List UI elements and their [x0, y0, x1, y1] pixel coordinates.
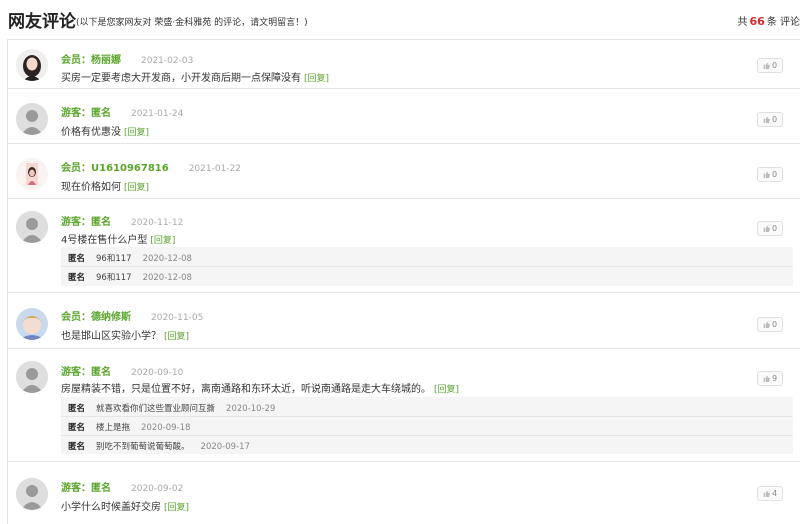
thumbs-up-icon — [763, 116, 770, 123]
comment-text: 4号楼在售什么户型[回复] — [61, 231, 175, 246]
reply-link[interactable]: [回复] — [434, 385, 459, 395]
default-user-avatar — [16, 478, 48, 510]
comment-author[interactable]: 杨丽娜 — [91, 55, 121, 66]
comment-meta: 会员：德纳修斯2020-11-05 — [61, 308, 203, 323]
user-avatar — [16, 158, 48, 190]
reply-link[interactable]: [回复] — [124, 183, 149, 193]
reply-item: 匿名别吃不到葡萄说葡萄酸。2020-09-17 — [68, 440, 250, 452]
comment-author[interactable]: 匿名 — [91, 483, 111, 494]
comment-meta: 游客：匿名2021-01-24 — [61, 104, 183, 119]
like-button[interactable]: 0 — [757, 221, 783, 236]
reply-divider — [61, 416, 793, 417]
comment-date: 2021-01-24 — [131, 109, 183, 119]
comment-date: 2020-11-05 — [151, 313, 203, 323]
comment-text: 买房一定要考虑大开发商，小开发商后期一点保障没有[回复] — [61, 69, 329, 84]
reply-item: 匿名96和1172020-12-08 — [68, 271, 192, 283]
comment-item: 会员：U16109678162021-01-22 现在价格如何[回复] 0 — [8, 144, 800, 199]
comment-item: 游客：匿名2021-01-24 价格有优惠没[回复] 0 — [8, 89, 800, 144]
comment-date: 2021-01-22 — [189, 164, 241, 174]
reply-link[interactable]: [回复] — [150, 236, 175, 246]
comment-author[interactable]: U1610967816 — [91, 163, 169, 174]
default-user-avatar — [16, 361, 48, 393]
thumbs-up-icon — [763, 321, 770, 328]
comment-item: 会员：德纳修斯2020-11-05 也是邯山区实验小学？[回复] 0 — [8, 293, 800, 349]
comment-date: 2021-02-03 — [141, 56, 193, 66]
comment-item: 游客：匿名2020-09-10 房屋精装不错，只是位置不好，离南通路和东环太近，… — [8, 349, 800, 462]
thumbs-up-icon — [763, 225, 770, 232]
comment-author[interactable]: 匿名 — [91, 367, 111, 378]
comments-header: 网友评论 (以下是您家网友对 荣盛·金科雅苑 的评论，请文明留言！) 共66条 … — [0, 0, 800, 36]
comment-meta: 会员：杨丽娜2021-02-03 — [61, 51, 193, 66]
comment-item: 游客：匿名2020-09-02 小学什么时候盖好交房[回复] 4 — [8, 462, 800, 524]
comment-text: 价格有优惠没[回复] — [61, 123, 149, 138]
comment-author[interactable]: 匿名 — [91, 217, 111, 228]
reply-link[interactable]: [回复] — [164, 332, 189, 342]
reply-link[interactable]: [回复] — [124, 128, 149, 138]
comment-text: 房屋精装不错，只是位置不好，离南通路和东环太近，听说南通路是走大车绕城的。[回复… — [61, 380, 459, 395]
comment-author[interactable]: 德纳修斯 — [91, 312, 131, 323]
like-button[interactable]: 0 — [757, 58, 783, 73]
user-avatar — [16, 308, 48, 340]
thumbs-up-icon — [763, 62, 770, 69]
comment-meta: 游客：匿名2020-11-12 — [61, 213, 183, 228]
reply-link[interactable]: [回复] — [304, 74, 329, 84]
reply-list: 匿名96和1172020-12-08 匿名96和1172020-12-08 — [61, 247, 793, 286]
default-user-avatar — [16, 211, 48, 243]
reply-item: 匿名96和1172020-12-08 — [68, 252, 192, 264]
comment-text: 也是邯山区实验小学？[回复] — [61, 327, 189, 342]
comment-item: 会员：杨丽娜2021-02-03 买房一定要考虑大开发商，小开发商后期一点保障没… — [8, 40, 800, 89]
comment-meta: 游客：匿名2020-09-02 — [61, 479, 183, 494]
thumbs-up-icon — [763, 171, 770, 178]
thumbs-up-icon — [763, 490, 770, 497]
like-button[interactable]: 9 — [757, 371, 783, 386]
like-button[interactable]: 0 — [757, 317, 783, 332]
reply-link[interactable]: [回复] — [164, 503, 189, 513]
comment-date: 2020-11-12 — [131, 218, 183, 228]
comment-text: 现在价格如何[回复] — [61, 178, 149, 193]
comment-list: 会员：杨丽娜2021-02-03 买房一定要考虑大开发商，小开发商后期一点保障没… — [7, 39, 800, 524]
comment-meta: 游客：匿名2020-09-10 — [61, 363, 183, 378]
page-title: 网友评论 — [8, 7, 76, 32]
like-button[interactable]: 0 — [757, 112, 783, 127]
reply-divider — [61, 435, 793, 436]
comment-date: 2020-09-10 — [131, 368, 183, 378]
like-button[interactable]: 0 — [757, 167, 783, 182]
reply-item: 匿名楼上是拖2020-09-18 — [68, 421, 190, 433]
comment-meta: 会员：U16109678162021-01-22 — [61, 159, 241, 174]
comment-author[interactable]: 匿名 — [91, 108, 111, 119]
default-user-avatar — [16, 103, 48, 135]
page-subtitle: (以下是您家网友对 荣盛·金科雅苑 的评论，请文明留言！) — [76, 15, 308, 28]
thumbs-up-icon — [763, 375, 770, 382]
comment-date: 2020-09-02 — [131, 484, 183, 494]
reply-item: 匿名就喜欢看你们这些置业顾问互撕2020-10-29 — [68, 402, 275, 414]
reply-list: 匿名就喜欢看你们这些置业顾问互撕2020-10-29 匿名楼上是拖2020-09… — [61, 397, 793, 454]
reply-divider — [61, 266, 793, 267]
comment-item: 游客：匿名2020-11-12 4号楼在售什么户型[回复] 0 匿名96和117… — [8, 199, 800, 293]
user-avatar — [16, 49, 48, 81]
like-button[interactable]: 4 — [757, 486, 783, 501]
comment-text: 小学什么时候盖好交房[回复] — [61, 498, 189, 513]
comment-count: 66 — [750, 15, 765, 28]
comment-total: 共66条 评论 — [738, 13, 800, 28]
